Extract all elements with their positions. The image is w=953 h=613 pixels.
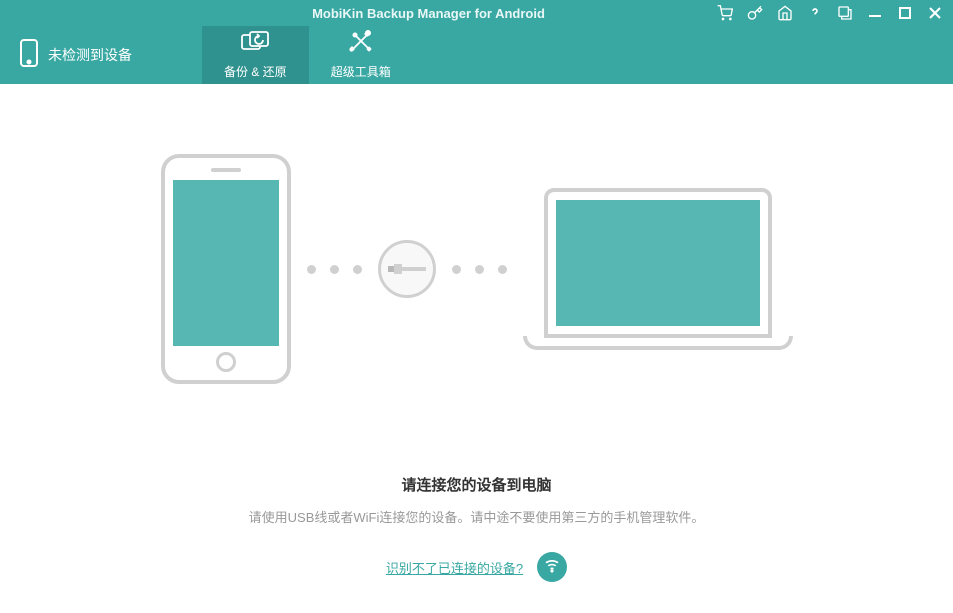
connect-sub: 请使用USB线或者WiFi连接您的设备。请中途不要使用第三方的手机管理软件。 xyxy=(0,507,953,526)
tab-super-toolkit[interactable]: 超级工具箱 xyxy=(309,26,413,84)
connect-heading: 请连接您的设备到电脑 xyxy=(0,474,953,495)
tab-label: 超级工具箱 xyxy=(331,63,391,80)
wifi-button[interactable] xyxy=(537,552,567,582)
laptop-graphic xyxy=(523,188,793,350)
phone-screen xyxy=(173,180,279,346)
message-block: 请连接您的设备到电脑 请使用USB线或者WiFi连接您的设备。请中途不要使用第三… xyxy=(0,474,953,582)
help-icon[interactable] xyxy=(807,5,823,21)
laptop-notch xyxy=(638,334,678,338)
dot xyxy=(353,265,362,274)
dot xyxy=(498,265,507,274)
feedback-icon[interactable] xyxy=(837,5,853,21)
tab-label: 备份 & 还原 xyxy=(224,63,287,80)
laptop-base xyxy=(523,336,793,350)
connection-illustration xyxy=(0,154,953,384)
content-area: 请连接您的设备到电脑 请使用USB线或者WiFi连接您的设备。请中途不要使用第三… xyxy=(0,84,953,613)
app-title: MobiKin Backup Manager for Android xyxy=(0,6,717,21)
cart-icon[interactable] xyxy=(717,5,733,21)
dots-left xyxy=(307,265,362,274)
phone-home-button xyxy=(216,352,236,372)
phone-graphic xyxy=(161,154,291,384)
backup-restore-icon xyxy=(240,30,270,59)
dot xyxy=(452,265,461,274)
wifi-icon xyxy=(543,556,561,579)
device-status-text: 未检测到设备 xyxy=(48,45,132,65)
dot xyxy=(330,265,339,274)
home-icon[interactable] xyxy=(777,5,793,21)
dot xyxy=(307,265,316,274)
maximize-icon[interactable] xyxy=(897,5,913,21)
dot xyxy=(475,265,484,274)
titlebar: MobiKin Backup Manager for Android xyxy=(0,0,953,26)
laptop-screen xyxy=(556,200,760,326)
cable-icon xyxy=(378,240,436,298)
tab-backup-restore[interactable]: 备份 & 还原 xyxy=(202,26,309,84)
close-icon[interactable] xyxy=(927,5,943,21)
laptop-frame xyxy=(544,188,772,338)
toolbar: 未检测到设备 备份 & 还原 超级工具箱 xyxy=(0,26,953,84)
device-status: 未检测到设备 xyxy=(0,26,162,84)
key-icon[interactable] xyxy=(747,5,763,21)
phone-speaker xyxy=(211,168,241,172)
help-link[interactable]: 识别不了已连接的设备? xyxy=(386,558,523,577)
help-row: 识别不了已连接的设备? xyxy=(0,552,953,582)
phone-outline-icon xyxy=(20,39,38,72)
tools-icon xyxy=(348,30,374,59)
minimize-icon[interactable] xyxy=(867,5,883,21)
titlebar-actions xyxy=(717,5,943,21)
dots-right xyxy=(452,265,507,274)
